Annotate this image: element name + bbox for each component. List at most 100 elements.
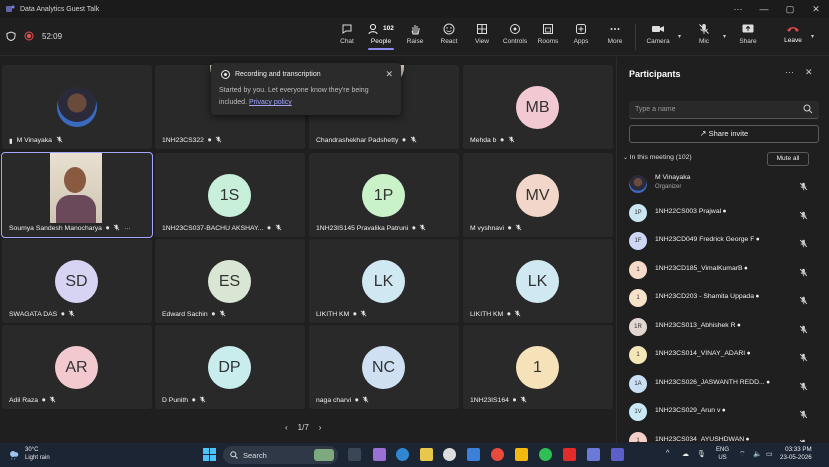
participant-list-item[interactable]: 1P 1NH22CS003 Prajwal ⏺ [617, 199, 829, 227]
in-meeting-section-toggle[interactable]: ⌄ In this meeting (102) [623, 154, 692, 161]
youtube-icon[interactable] [563, 448, 576, 461]
participant-list-item[interactable]: 1V 1NH23CS029_Arun v ⏺ [617, 398, 829, 426]
participant-list-item[interactable]: 1A 1NH23CS026_JASWANTH REDD... ⏺ [617, 370, 829, 398]
word-app-icon[interactable] [467, 448, 480, 461]
participant-avatar: 1 [629, 346, 647, 364]
participant-name: 1NH23CS026_JASWANTH REDD... ⏺ [655, 378, 770, 386]
participant-avatar: 1F [629, 232, 647, 250]
language-code: ENG [716, 447, 730, 453]
teams-taskbar-icon[interactable] [611, 448, 624, 461]
system-clock[interactable]: 03:33 PM 23-05-2026 [780, 446, 812, 462]
mic-options-chevron-icon[interactable]: ▾ [723, 33, 726, 40]
file-explorer-icon[interactable] [420, 448, 433, 461]
camera-button[interactable]: Camera [641, 21, 675, 45]
people-button[interactable]: 102 People [364, 21, 398, 50]
video-tile[interactable]: MB Mehda b ⏺ [463, 65, 613, 149]
video-tile[interactable]: Soumya Sandesh Manocharya ⏺ ··· [1, 152, 153, 238]
people-icon [368, 24, 378, 35]
video-tile[interactable]: 1 1NH23IS164 ⏺ [463, 325, 613, 409]
mic-muted-icon[interactable] [799, 321, 808, 339]
close-window-button[interactable]: ✕ [803, 4, 829, 15]
apps-button[interactable]: Apps [564, 21, 598, 45]
edge-browser-icon[interactable] [396, 448, 409, 461]
battery-icon[interactable]: ▭ [766, 450, 773, 458]
language-indicator[interactable]: ENG US [716, 446, 729, 462]
raise-hand-button[interactable]: Raise [398, 21, 432, 45]
mic-muted-icon[interactable] [799, 178, 808, 196]
video-tile[interactable]: MV M vyshnavi ⏺ [463, 153, 613, 237]
participant-name: Soumya Sandesh Manocharya [9, 225, 102, 232]
video-tile[interactable]: LK LIKITH KM ⏺ [463, 239, 613, 323]
more-button[interactable]: More [598, 21, 632, 45]
whatsapp-icon[interactable] [539, 448, 552, 461]
weather-widget[interactable]: 30°C Light rain [8, 446, 50, 462]
mic-muted-icon[interactable] [799, 292, 808, 310]
participant-list-item[interactable]: M Vinayaka Organizer [617, 170, 829, 198]
participant-list-item[interactable]: 1 1NH23CS014_VINAY_ADARI ⏺ [617, 341, 829, 369]
mic-muted-icon[interactable] [799, 264, 808, 282]
controls-button[interactable]: Controls [498, 21, 532, 45]
mic-muted-icon[interactable] [799, 435, 808, 442]
next-page-button[interactable]: › [319, 423, 322, 432]
mic-button[interactable]: Mic [687, 21, 721, 45]
participant-list: M Vinayaka Organizer 1P 1NH22CS003 Prajwal … [617, 170, 829, 442]
tray-cloud-icon[interactable]: ☁ [682, 450, 689, 458]
video-tile[interactable]: 1P 1NH23IS145 Pravalika Patruni ⏺ [309, 153, 459, 237]
mic-muted-icon[interactable] [799, 378, 808, 396]
camera-options-chevron-icon[interactable]: ▾ [678, 33, 681, 40]
share-invite-button[interactable]: ↗ Share invite [629, 125, 819, 143]
onenote-icon[interactable] [587, 448, 600, 461]
leave-button[interactable]: Leave [776, 21, 810, 44]
mic-muted-icon[interactable] [799, 349, 808, 367]
mute-all-button[interactable]: Mute all [767, 152, 809, 166]
windows-start-icon[interactable] [203, 448, 216, 461]
taskbar-search-box[interactable]: Search [223, 446, 338, 464]
video-tile[interactable]: 1S 1NH23CS037-BACHU AKSHAY... ⏺ [155, 153, 305, 237]
video-tile[interactable]: NC naga charvi ⏺ [309, 325, 459, 409]
chrome-browser-icon[interactable] [491, 448, 504, 461]
view-button[interactable]: View [465, 21, 499, 45]
tray-mic-muted-icon[interactable]: 🎙 [697, 450, 706, 458]
participant-list-item[interactable]: 1 1NH23CD185_VimalKumarB ⏺ [617, 256, 829, 284]
tile-name-bar: SWAGATA DAS ⏺ [9, 310, 75, 319]
video-tile[interactable]: ▮ M Vinayaka [2, 65, 152, 149]
folder-icon[interactable] [515, 448, 528, 461]
close-notification-button[interactable]: ✕ [385, 69, 393, 80]
participant-list-item[interactable]: 1 1NH23CS034_AYUSHDWAN ⏺ [617, 427, 829, 442]
copilot-icon[interactable] [373, 448, 386, 461]
wifi-icon[interactable]: ⌔ [739, 450, 746, 459]
video-tile[interactable]: AR Adil Raza ⏺ [2, 325, 152, 409]
maximize-button[interactable]: ▢ [777, 4, 803, 15]
window-more-button[interactable]: ··· [725, 4, 751, 14]
minimize-button[interactable]: — [751, 4, 777, 14]
chatgpt-icon[interactable] [443, 448, 456, 461]
share-button[interactable]: Share [731, 21, 765, 45]
video-tile[interactable]: LK LIKITH KM ⏺ [309, 239, 459, 323]
volume-icon[interactable]: 🔈 [753, 450, 762, 458]
privacy-policy-link[interactable]: Privacy policy [249, 99, 292, 106]
video-tile[interactable]: SD SWAGATA DAS ⏺ [2, 239, 152, 323]
react-button[interactable]: React [432, 21, 466, 45]
mic-muted-icon[interactable] [799, 235, 808, 253]
leave-options-chevron-icon[interactable]: ▾ [811, 33, 814, 40]
participant-list-item[interactable]: 1 1NH23CD203 - Shamita Uppada ⏺ [617, 284, 829, 312]
participant-list-item[interactable]: 1R 1NH23CS013_Abhishek R ⏺ [617, 313, 829, 341]
panel-more-button[interactable]: ··· [785, 67, 794, 77]
search-icon [803, 104, 813, 114]
rooms-icon [543, 24, 553, 34]
weather-condition: Light rain [25, 455, 50, 461]
chat-button[interactable]: Chat [330, 21, 364, 45]
rooms-button[interactable]: Rooms [531, 21, 565, 45]
mic-muted-icon[interactable] [799, 406, 808, 424]
participant-list-item[interactable]: 1F 1NH23CD049 Fredrick George F ⏺ [617, 227, 829, 255]
participant-search-input[interactable]: Type a name [629, 101, 819, 119]
video-tile[interactable]: ES Edward Sachin ⏺ [155, 239, 305, 323]
task-view-icon[interactable] [348, 448, 361, 461]
previous-page-button[interactable]: ‹ [285, 423, 288, 432]
tray-overflow-icon[interactable]: ^ [666, 450, 669, 457]
video-tile[interactable]: DP D Punith ⏺ [155, 325, 305, 409]
mic-muted-icon[interactable] [799, 207, 808, 225]
grid-view-icon [477, 24, 487, 34]
tile-more-icon[interactable]: ··· [124, 225, 131, 232]
panel-close-button[interactable]: ✕ [805, 67, 813, 78]
